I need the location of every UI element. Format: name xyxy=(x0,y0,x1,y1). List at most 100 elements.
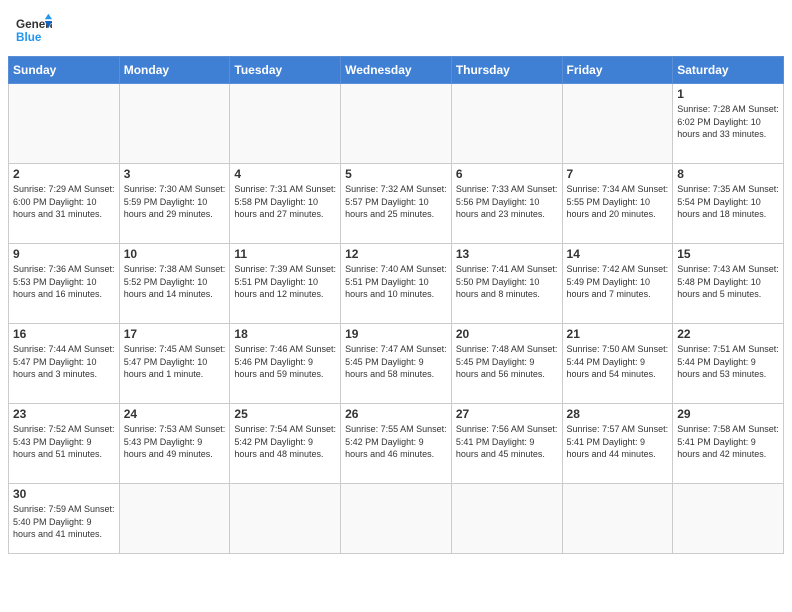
calendar-table: SundayMondayTuesdayWednesdayThursdayFrid… xyxy=(8,56,784,554)
day-info: Sunrise: 7:38 AM Sunset: 5:52 PM Dayligh… xyxy=(124,263,226,301)
calendar-cell: 25 Sunrise: 7:54 AM Sunset: 5:42 PM Dayli… xyxy=(230,404,341,484)
calendar-cell xyxy=(451,484,562,554)
calendar-cell xyxy=(562,84,673,164)
calendar-cell: 14 Sunrise: 7:42 AM Sunset: 5:49 PM Dayli… xyxy=(562,244,673,324)
day-number: 4 xyxy=(234,167,336,181)
day-number: 30 xyxy=(13,487,115,501)
day-info: Sunrise: 7:35 AM Sunset: 5:54 PM Dayligh… xyxy=(677,183,779,221)
svg-text:Blue: Blue xyxy=(16,31,42,44)
calendar-cell: 29 Sunrise: 7:58 AM Sunset: 5:41 PM Dayli… xyxy=(673,404,784,484)
day-info: Sunrise: 7:46 AM Sunset: 5:46 PM Dayligh… xyxy=(234,343,336,381)
calendar-cell: 4 Sunrise: 7:31 AM Sunset: 5:58 PM Daylig… xyxy=(230,164,341,244)
day-info: Sunrise: 7:34 AM Sunset: 5:55 PM Dayligh… xyxy=(567,183,669,221)
day-number: 11 xyxy=(234,247,336,261)
day-info: Sunrise: 7:40 AM Sunset: 5:51 PM Dayligh… xyxy=(345,263,447,301)
calendar-cell xyxy=(230,84,341,164)
calendar-cell: 5 Sunrise: 7:32 AM Sunset: 5:57 PM Daylig… xyxy=(341,164,452,244)
day-number: 23 xyxy=(13,407,115,421)
calendar-week-row: 2 Sunrise: 7:29 AM Sunset: 6:00 PM Daylig… xyxy=(9,164,784,244)
day-info: Sunrise: 7:31 AM Sunset: 5:58 PM Dayligh… xyxy=(234,183,336,221)
calendar-cell xyxy=(119,484,230,554)
day-info: Sunrise: 7:57 AM Sunset: 5:41 PM Dayligh… xyxy=(567,423,669,461)
day-info: Sunrise: 7:50 AM Sunset: 5:44 PM Dayligh… xyxy=(567,343,669,381)
day-number: 18 xyxy=(234,327,336,341)
day-info: Sunrise: 7:43 AM Sunset: 5:48 PM Dayligh… xyxy=(677,263,779,301)
day-number: 1 xyxy=(677,87,779,101)
day-info: Sunrise: 7:32 AM Sunset: 5:57 PM Dayligh… xyxy=(345,183,447,221)
day-number: 26 xyxy=(345,407,447,421)
day-info: Sunrise: 7:54 AM Sunset: 5:42 PM Dayligh… xyxy=(234,423,336,461)
calendar-cell: 21 Sunrise: 7:50 AM Sunset: 5:44 PM Dayli… xyxy=(562,324,673,404)
day-number: 7 xyxy=(567,167,669,181)
calendar-cell: 27Sunrise: 7:56 AM Sunset: 5:41 PM Dayli… xyxy=(451,404,562,484)
calendar-cell xyxy=(341,484,452,554)
day-info: Sunrise: 7:44 AM Sunset: 5:47 PM Dayligh… xyxy=(13,343,115,381)
calendar-cell: 19 Sunrise: 7:47 AM Sunset: 5:45 PM Dayli… xyxy=(341,324,452,404)
day-number: 25 xyxy=(234,407,336,421)
weekday-header-sunday: Sunday xyxy=(9,57,120,84)
weekday-header-wednesday: Wednesday xyxy=(341,57,452,84)
day-info: Sunrise: 7:47 AM Sunset: 5:45 PM Dayligh… xyxy=(345,343,447,381)
calendar-cell: 15 Sunrise: 7:43 AM Sunset: 5:48 PM Dayli… xyxy=(673,244,784,324)
day-number: 3 xyxy=(124,167,226,181)
day-number: 13 xyxy=(456,247,558,261)
day-number: 17 xyxy=(124,327,226,341)
day-number: 16 xyxy=(13,327,115,341)
day-info: Sunrise: 7:29 AM Sunset: 6:00 PM Dayligh… xyxy=(13,183,115,221)
calendar-week-row: 30 Sunrise: 7:59 AM Sunset: 5:40 PM Dayli… xyxy=(9,484,784,554)
weekday-header-tuesday: Tuesday xyxy=(230,57,341,84)
day-number: 15 xyxy=(677,247,779,261)
calendar-cell: 7 Sunrise: 7:34 AM Sunset: 5:55 PM Daylig… xyxy=(562,164,673,244)
day-number: 27 xyxy=(456,407,558,421)
day-number: 22 xyxy=(677,327,779,341)
day-number: 20 xyxy=(456,327,558,341)
calendar-week-row: 9Sunrise: 7:36 AM Sunset: 5:53 PM Daylig… xyxy=(9,244,784,324)
day-number: 2 xyxy=(13,167,115,181)
day-number: 14 xyxy=(567,247,669,261)
calendar-cell: 10 Sunrise: 7:38 AM Sunset: 5:52 PM Dayli… xyxy=(119,244,230,324)
day-info: Sunrise: 7:33 AM Sunset: 5:56 PM Dayligh… xyxy=(456,183,558,221)
day-number: 19 xyxy=(345,327,447,341)
calendar-week-row: 23 Sunrise: 7:52 AM Sunset: 5:43 PM Dayli… xyxy=(9,404,784,484)
calendar-cell xyxy=(341,84,452,164)
calendar-cell: 23 Sunrise: 7:52 AM Sunset: 5:43 PM Dayli… xyxy=(9,404,120,484)
day-info: Sunrise: 7:58 AM Sunset: 5:41 PM Dayligh… xyxy=(677,423,779,461)
calendar-cell xyxy=(673,484,784,554)
day-number: 8 xyxy=(677,167,779,181)
calendar-cell xyxy=(230,484,341,554)
weekday-header-monday: Monday xyxy=(119,57,230,84)
day-number: 10 xyxy=(124,247,226,261)
calendar-cell: 13 Sunrise: 7:41 AM Sunset: 5:50 PM Dayli… xyxy=(451,244,562,324)
day-info: Sunrise: 7:52 AM Sunset: 5:43 PM Dayligh… xyxy=(13,423,115,461)
calendar-cell: 20Sunrise: 7:48 AM Sunset: 5:45 PM Dayli… xyxy=(451,324,562,404)
logo: General Blue xyxy=(16,12,52,48)
day-number: 9 xyxy=(13,247,115,261)
calendar-week-row: 1Sunrise: 7:28 AM Sunset: 6:02 PM Daylig… xyxy=(9,84,784,164)
day-info: Sunrise: 7:59 AM Sunset: 5:40 PM Dayligh… xyxy=(13,503,115,541)
day-number: 29 xyxy=(677,407,779,421)
calendar-cell xyxy=(451,84,562,164)
day-number: 5 xyxy=(345,167,447,181)
calendar-cell: 2 Sunrise: 7:29 AM Sunset: 6:00 PM Daylig… xyxy=(9,164,120,244)
calendar-cell: 12Sunrise: 7:40 AM Sunset: 5:51 PM Dayli… xyxy=(341,244,452,324)
day-number: 21 xyxy=(567,327,669,341)
svg-text:General: General xyxy=(16,18,52,31)
calendar-cell: 1Sunrise: 7:28 AM Sunset: 6:02 PM Daylig… xyxy=(673,84,784,164)
day-info: Sunrise: 7:51 AM Sunset: 5:44 PM Dayligh… xyxy=(677,343,779,381)
calendar-cell: 30 Sunrise: 7:59 AM Sunset: 5:40 PM Dayli… xyxy=(9,484,120,554)
day-info: Sunrise: 7:30 AM Sunset: 5:59 PM Dayligh… xyxy=(124,183,226,221)
day-info: Sunrise: 7:45 AM Sunset: 5:47 PM Dayligh… xyxy=(124,343,226,381)
calendar-cell: 16 Sunrise: 7:44 AM Sunset: 5:47 PM Dayli… xyxy=(9,324,120,404)
calendar-cell: 22 Sunrise: 7:51 AM Sunset: 5:44 PM Dayli… xyxy=(673,324,784,404)
calendar-cell: 3 Sunrise: 7:30 AM Sunset: 5:59 PM Daylig… xyxy=(119,164,230,244)
header: General Blue xyxy=(0,0,792,56)
day-info: Sunrise: 7:55 AM Sunset: 5:42 PM Dayligh… xyxy=(345,423,447,461)
day-number: 24 xyxy=(124,407,226,421)
weekday-header-saturday: Saturday xyxy=(673,57,784,84)
calendar-cell: 17 Sunrise: 7:45 AM Sunset: 5:47 PM Dayli… xyxy=(119,324,230,404)
weekday-header-thursday: Thursday xyxy=(451,57,562,84)
day-info: Sunrise: 7:42 AM Sunset: 5:49 PM Dayligh… xyxy=(567,263,669,301)
calendar-cell: 6Sunrise: 7:33 AM Sunset: 5:56 PM Daylig… xyxy=(451,164,562,244)
calendar-cell: 26 Sunrise: 7:55 AM Sunset: 5:42 PM Dayli… xyxy=(341,404,452,484)
day-info: Sunrise: 7:41 AM Sunset: 5:50 PM Dayligh… xyxy=(456,263,558,301)
